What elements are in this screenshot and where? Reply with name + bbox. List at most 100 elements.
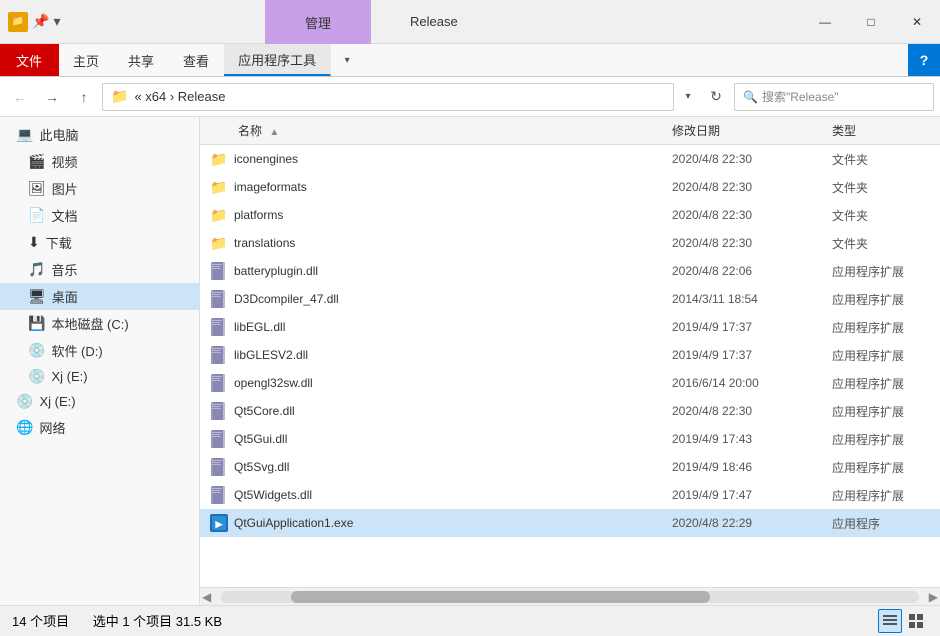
tab-label: 管理 (305, 13, 331, 32)
folder-icon: 📁 (208, 232, 230, 254)
breadcrumb: « x64 › Release (134, 89, 225, 104)
tab-share[interactable]: 共享 (114, 44, 169, 76)
tile-view-button[interactable] (904, 609, 928, 633)
table-row[interactable]: 📁 imageformats 2020/4/8 22:30 文件夹 (200, 173, 940, 201)
ribbon-tabs: 文件 主页 共享 查看 应用程序工具 ▾ ? (0, 44, 940, 76)
scrollbar-track[interactable] (221, 591, 919, 603)
tab-view[interactable]: 查看 (169, 44, 224, 76)
sidebar-item-edrive1[interactable]: 💿 Xj (E:) (0, 364, 199, 389)
folder-icon: 📁 (208, 204, 230, 226)
sidebar: 💻 此电脑 🎬 视频 🖼 图片 📄 文档 ⬇ 下载 🎵 音乐 🖥 桌面 💾 (0, 117, 200, 605)
sidebar-label-ddrive: 软件 (D:) (51, 341, 102, 360)
refresh-button[interactable]: ↻ (702, 83, 730, 111)
file-list: 📁 iconengines 2020/4/8 22:30 文件夹 📁 image… (200, 145, 940, 587)
col-name-header[interactable]: 名称 ▲ (208, 122, 672, 139)
sidebar-label-computer: 此电脑 (39, 125, 78, 144)
ddrive-icon: 💿 (28, 342, 45, 359)
minimize-button[interactable]: — (802, 0, 848, 44)
file-type: 应用程序扩展 (832, 375, 932, 392)
table-row[interactable]: libEGL.dll 2019/4/9 17:37 应用程序扩展 (200, 313, 940, 341)
item-count: 14 个项目 (12, 614, 69, 629)
address-row: ← → ↑ 📁 « x64 › Release ▾ ↻ 🔍 搜索"Release… (0, 77, 940, 117)
file-date: 2020/4/8 22:30 (672, 236, 832, 250)
tab-file[interactable]: 文件 (0, 44, 59, 76)
table-row[interactable]: 📁 translations 2020/4/8 22:30 文件夹 (200, 229, 940, 257)
sidebar-label-network: 网络 (39, 418, 65, 437)
col-date-header[interactable]: 修改日期 (672, 122, 832, 139)
search-box[interactable]: 🔍 搜索"Release" (734, 83, 934, 111)
edrive1-icon: 💿 (28, 368, 45, 385)
dll-icon (208, 428, 230, 450)
pin-icon[interactable]: 📌 (32, 13, 49, 30)
table-row[interactable]: Qt5Core.dll 2020/4/8 22:30 应用程序扩展 (200, 397, 940, 425)
col-type-label: 类型 (832, 124, 856, 138)
up-button[interactable]: ↑ (70, 83, 98, 111)
sidebar-item-desktop[interactable]: 🖥 桌面 (0, 283, 199, 310)
title-bar: 📁 📌 ▾ 管理 Release — □ ✕ (0, 0, 940, 44)
file-name: imageformats (234, 180, 672, 194)
breadcrumb-folder-icon: 📁 (111, 88, 128, 105)
scroll-left-icon[interactable]: ◀ (200, 590, 213, 604)
dll-icon (208, 484, 230, 506)
file-name: batteryplugin.dll (234, 264, 672, 278)
table-row[interactable]: 📁 iconengines 2020/4/8 22:30 文件夹 (200, 145, 940, 173)
table-row[interactable]: D3Dcompiler_47.dll 2014/3/11 18:54 应用程序扩… (200, 285, 940, 313)
file-name: Qt5Widgets.dll (234, 488, 672, 502)
details-view-button[interactable] (878, 609, 902, 633)
file-type: 应用程序 (832, 515, 932, 532)
sidebar-label-edrive1: Xj (E:) (51, 369, 87, 384)
scroll-right-icon[interactable]: ▶ (927, 590, 940, 604)
file-name: Qt5Gui.dll (234, 432, 672, 446)
sidebar-label-cdrive: 本地磁盘 (C:) (51, 314, 128, 333)
back-button[interactable]: ← (6, 83, 34, 111)
ribbon-expand-icon[interactable]: ▾ (331, 44, 363, 76)
close-button[interactable]: ✕ (894, 0, 940, 44)
address-bar[interactable]: 📁 « x64 › Release (102, 83, 674, 111)
sidebar-item-edrive2[interactable]: 💿 Xj (E:) (0, 389, 199, 414)
col-type-header[interactable]: 类型 (832, 122, 932, 139)
documents-icon: 📄 (28, 207, 45, 224)
maximize-button[interactable]: □ (848, 0, 894, 44)
address-dropdown-button[interactable]: ▾ (678, 83, 698, 111)
table-row[interactable]: ▶ QtGuiApplication1.exe 2020/4/8 22:29 应… (200, 509, 940, 537)
horizontal-scrollbar[interactable]: ◀ ▶ (200, 587, 940, 605)
table-row[interactable]: batteryplugin.dll 2020/4/8 22:06 应用程序扩展 (200, 257, 940, 285)
file-date: 2020/4/8 22:06 (672, 264, 832, 278)
file-name: platforms (234, 208, 672, 222)
sidebar-item-downloads[interactable]: ⬇ 下载 (0, 229, 199, 256)
sidebar-item-pictures[interactable]: 🖼 图片 (0, 175, 199, 202)
sidebar-item-video[interactable]: 🎬 视频 (0, 148, 199, 175)
sidebar-label-desktop: 桌面 (52, 287, 78, 306)
tab-home[interactable]: 主页 (59, 44, 114, 76)
search-placeholder: 搜索"Release" (762, 88, 839, 105)
sidebar-item-ddrive[interactable]: 💿 软件 (D:) (0, 337, 199, 364)
main-content: 💻 此电脑 🎬 视频 🖼 图片 📄 文档 ⬇ 下载 🎵 音乐 🖥 桌面 💾 (0, 117, 940, 605)
sidebar-item-network[interactable]: 🌐 网络 (0, 414, 199, 441)
forward-button[interactable]: → (38, 83, 66, 111)
file-date: 2019/4/9 17:43 (672, 432, 832, 446)
sidebar-item-cdrive[interactable]: 💾 本地磁盘 (C:) (0, 310, 199, 337)
sidebar-item-computer[interactable]: 💻 此电脑 (0, 121, 199, 148)
help-button[interactable]: ? (908, 44, 940, 76)
table-row[interactable]: libGLESV2.dll 2019/4/9 17:37 应用程序扩展 (200, 341, 940, 369)
file-name: opengl32sw.dll (234, 376, 672, 390)
file-name: iconengines (234, 152, 672, 166)
file-date: 2016/6/14 20:00 (672, 376, 832, 390)
sidebar-label-music: 音乐 (51, 260, 77, 279)
sidebar-item-documents[interactable]: 📄 文档 (0, 202, 199, 229)
file-date: 2020/4/8 22:30 (672, 208, 832, 222)
scrollbar-thumb[interactable] (291, 591, 710, 603)
sidebar-item-music[interactable]: 🎵 音乐 (0, 256, 199, 283)
table-row[interactable]: Qt5Svg.dll 2019/4/9 18:46 应用程序扩展 (200, 453, 940, 481)
table-row[interactable]: 📁 platforms 2020/4/8 22:30 文件夹 (200, 201, 940, 229)
table-row[interactable]: opengl32sw.dll 2016/6/14 20:00 应用程序扩展 (200, 369, 940, 397)
sidebar-label-edrive2: Xj (E:) (39, 394, 75, 409)
expand-arrow-icon[interactable]: ▾ (53, 13, 60, 30)
file-date: 2014/3/11 18:54 (672, 292, 832, 306)
file-type: 应用程序扩展 (832, 459, 932, 476)
table-row[interactable]: Qt5Widgets.dll 2019/4/9 17:47 应用程序扩展 (200, 481, 940, 509)
table-row[interactable]: Qt5Gui.dll 2019/4/9 17:43 应用程序扩展 (200, 425, 940, 453)
file-name: libEGL.dll (234, 320, 672, 334)
tab-app-tools[interactable]: 应用程序工具 (224, 44, 331, 76)
col-name-label: 名称 (238, 124, 262, 138)
